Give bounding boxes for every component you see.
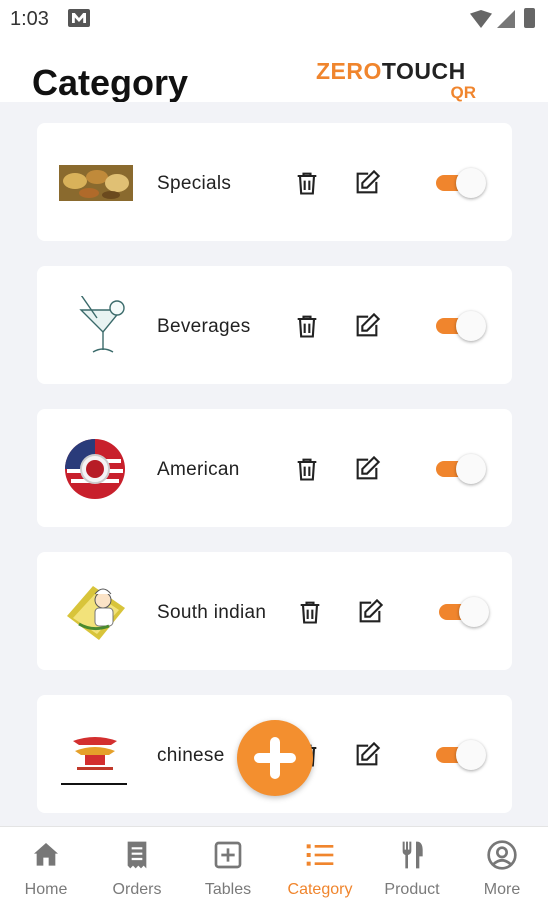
- edit-icon[interactable]: [353, 312, 381, 340]
- zerotouch-logo: ZEROTOUCH QR: [316, 58, 486, 106]
- pagoda-logo-image: [59, 725, 133, 785]
- visibility-toggle[interactable]: [436, 454, 486, 484]
- page-title: Category: [32, 62, 189, 103]
- fork-knife-icon: [396, 839, 428, 871]
- logo-qr-text: QR: [450, 83, 477, 102]
- edit-icon[interactable]: [356, 598, 384, 626]
- category-name: chinese: [157, 745, 225, 766]
- nav-label: Product: [384, 881, 440, 898]
- delete-icon[interactable]: [293, 169, 321, 197]
- edit-icon[interactable]: [353, 169, 381, 197]
- nav-label: More: [483, 881, 521, 898]
- status-bar: 1:03: [0, 0, 548, 40]
- account-circle-icon: [486, 839, 518, 871]
- home-icon: [30, 839, 62, 871]
- category-name: American: [157, 459, 240, 480]
- delete-icon[interactable]: [293, 312, 321, 340]
- nav-category[interactable]: Category: [274, 827, 366, 900]
- cocktail-glass-image: [59, 291, 133, 356]
- mail-icon: [68, 9, 90, 27]
- visibility-toggle[interactable]: [436, 168, 486, 198]
- receipt-icon: [121, 839, 153, 871]
- add-square-icon: [212, 839, 244, 871]
- edit-icon[interactable]: [353, 741, 381, 769]
- nav-product[interactable]: Product: [366, 827, 458, 900]
- wifi-icon: [470, 10, 492, 28]
- category-card-american[interactable]: American: [37, 409, 512, 527]
- app-header: Category ZEROTOUCH QR: [0, 40, 548, 103]
- edit-icon[interactable]: [353, 455, 381, 483]
- us-flag-plate-image: [59, 439, 133, 499]
- visibility-toggle[interactable]: [436, 740, 486, 770]
- nav-label: Orders: [112, 881, 162, 898]
- battery-icon: [524, 8, 535, 28]
- category-name: South indian: [157, 602, 267, 623]
- visibility-toggle[interactable]: [439, 597, 489, 627]
- nav-tables[interactable]: Tables: [182, 827, 274, 900]
- delete-icon[interactable]: [296, 598, 324, 626]
- nav-more[interactable]: More: [456, 827, 548, 900]
- status-time: 1:03: [10, 8, 49, 30]
- nav-label: Category: [287, 881, 353, 898]
- logo-zero-text: ZERO: [316, 58, 382, 84]
- visibility-toggle[interactable]: [436, 311, 486, 341]
- category-name: Beverages: [157, 316, 251, 337]
- food-platter-image: [59, 153, 133, 213]
- nav-orders[interactable]: Orders: [91, 827, 183, 900]
- delete-icon[interactable]: [293, 455, 321, 483]
- category-card-south-indian[interactable]: South indian: [37, 552, 512, 670]
- signal-icon: [497, 10, 515, 28]
- bottom-navigation: Home Orders Tables Category Product More: [0, 826, 548, 900]
- logo-touch-text: TOUCH: [381, 58, 466, 84]
- category-card-specials[interactable]: Specials: [37, 123, 512, 241]
- nav-label: Home: [24, 881, 68, 898]
- category-list[interactable]: Specials Beverages American South indian…: [0, 102, 548, 826]
- chef-banana-leaf-image: [59, 582, 133, 642]
- list-icon: [304, 839, 336, 871]
- add-category-button[interactable]: [237, 720, 313, 796]
- nav-home[interactable]: Home: [0, 827, 92, 900]
- nav-label: Tables: [204, 881, 252, 898]
- category-card-beverages[interactable]: Beverages: [37, 266, 512, 384]
- category-name: Specials: [157, 173, 232, 194]
